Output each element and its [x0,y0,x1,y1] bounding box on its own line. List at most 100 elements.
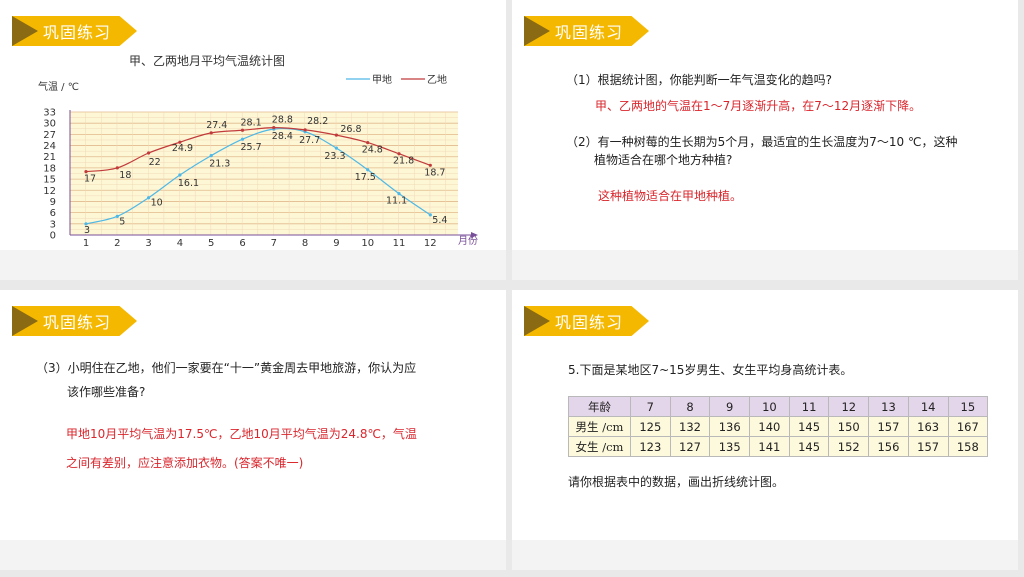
data-label: 5.4 [432,215,447,226]
y-tick-label: 27 [43,130,56,141]
data-point [209,154,213,158]
y-tick-label: 18 [43,163,56,174]
data-label: 5 [119,216,125,227]
y-tick-label: 12 [43,186,56,197]
x-tick-label: 5 [208,238,214,248]
slide-1: 巩固练习 甲、乙两地月平均气温统计图 气温 / ℃ 月份 0 3 6 9 12 15 18 21 24… [0,0,506,280]
table-cell: 152 [828,436,870,457]
data-label: 11.1 [386,196,407,207]
data-label: 16.1 [178,178,199,189]
data-label: 17.5 [355,172,376,183]
y-tick-label: 15 [43,175,56,186]
table-cell: 男生 /cm [568,416,631,437]
data-label: 23.3 [324,151,345,162]
y-tick-label: 6 [50,208,56,219]
table-cell: 158 [947,436,989,457]
table-cell: 156 [868,436,909,457]
x-tick-label: 11 [393,238,406,248]
table-cell: 15 [947,396,989,417]
data-label: 28.4 [272,131,293,142]
data-label: 24.8 [362,145,383,156]
x-tick-label: 9 [333,238,339,248]
x-axis-label: 月份 [458,235,478,247]
table-cell: 年龄 [568,396,631,417]
table-cell: 163 [907,416,949,437]
table-cell: 136 [709,416,751,437]
table-cell: 145 [788,416,830,437]
table-cell: 127 [669,436,711,457]
section-banner: 巩固练习 [524,306,649,336]
data-label: 18 [119,170,131,181]
y-tick-label: 21 [43,152,56,163]
data-label: 28.8 [272,115,293,126]
table-row-girls: 女生 /cm 123 127 135 141 145 152 156 157 1… [568,436,989,457]
data-label: 28.2 [307,116,328,127]
question-3-line-1: （3）小明住在乙地，他们一家要在“十一”黄金周去甲地旅游，你认为应 [36,361,417,375]
data-point [334,146,338,150]
legend-label: 乙地 [427,73,447,86]
table-cell: 9 [709,396,751,417]
table-cell: 123 [630,436,671,457]
data-label: 28.1 [241,117,262,128]
data-point [303,128,307,132]
x-tick-label: 12 [424,238,437,248]
table-cell: 140 [749,416,790,437]
table-header-row: 年龄 7 8 9 10 11 12 13 14 15 [568,396,989,417]
data-point [209,131,213,135]
question-1: （1）根据统计图，你能判断一年气温变化的趋吗? [566,73,833,87]
table-cell: 11 [788,396,830,417]
table-cell: 150 [828,416,870,437]
data-point [240,137,245,141]
y-tick-label: 30 [43,119,56,130]
x-tick-label: 7 [271,238,277,248]
data-label: 22 [149,157,161,168]
y-axis-label: 气温 / ℃ [38,80,79,93]
table-cell: 7 [630,396,671,417]
answer-3-line-1: 甲地10月平均气温为17.5℃，乙地10月平均气温为24.8℃，气温 [66,427,417,441]
table-cell: 女生 /cm [568,436,631,457]
answer-2: 这种植物适合在甲地种植。 [598,189,743,203]
data-label: 21.3 [209,159,230,170]
section-banner: 巩固练习 [12,16,137,46]
slide-4: 巩固练习 5.下面是某地区7~15岁男生、女生平均身高统计表。 年龄 7 8 9… [512,290,1018,570]
answer-1: 甲、乙两地的气温在1～7月逐渐升高，在7～12月逐渐下降。 [595,99,922,113]
x-tick-label: 8 [302,238,308,248]
data-label: 27.4 [206,120,227,131]
table-cell: 135 [709,436,751,457]
data-label: 18.7 [424,167,445,178]
data-label: 27.7 [299,135,320,146]
data-label: 3 [84,225,90,236]
table-instruction: 请你根据表中的数据，画出折线统计图。 [568,475,785,489]
table-row-boys: 男生 /cm 125 132 136 140 145 150 157 163 1… [568,416,989,437]
table-intro: 5.下面是某地区7~15岁男生、女生平均身高统计表。 [568,363,853,377]
chart-title: 甲、乙两地月平均气温统计图 [129,53,285,68]
table-cell: 14 [907,396,949,417]
table-cell: 132 [669,416,711,437]
question-2-line-2: 植物适合在哪个地方种植? [594,153,733,167]
question-2-line-1: （2）有一种树莓的生长期为5个月，最适宜的生长温度为7～10 ℃，这种 [566,135,958,149]
table-cell: 13 [868,396,909,417]
data-label: 17 [84,174,96,185]
data-label: 10 [151,198,163,209]
data-point [147,151,151,155]
answer-3-line-2: 之间有差别，应注意添加衣物。(答案不唯一) [66,456,304,470]
question-3-line-2: 该作哪些准备? [67,385,146,399]
slide-3: 巩固练习 （3）小明住在乙地，他们一家要在“十一”黄金周去甲地旅游，你认为应 该… [0,290,506,570]
x-tick-label: 2 [114,238,120,248]
y-tick-label: 24 [43,141,56,152]
banner-label: 巩固练习 [43,23,112,42]
x-tick-label: 4 [177,238,183,248]
data-point [178,173,182,177]
data-point [272,126,276,130]
data-label: 25.7 [241,142,262,153]
banner-label: 巩固练习 [43,313,112,332]
section-banner: 巩固练习 [524,16,649,46]
data-label: 24.9 [172,143,193,154]
x-tick-label: 1 [83,238,89,248]
table-cell: 167 [947,416,989,437]
data-label: 21.8 [393,156,414,167]
table-cell: 12 [828,396,870,417]
table-cell: 157 [907,436,949,457]
x-tick-label: 3 [145,238,151,248]
height-table: 年龄 7 8 9 10 11 12 13 14 15 男生 /cm 125 13… [568,396,989,457]
